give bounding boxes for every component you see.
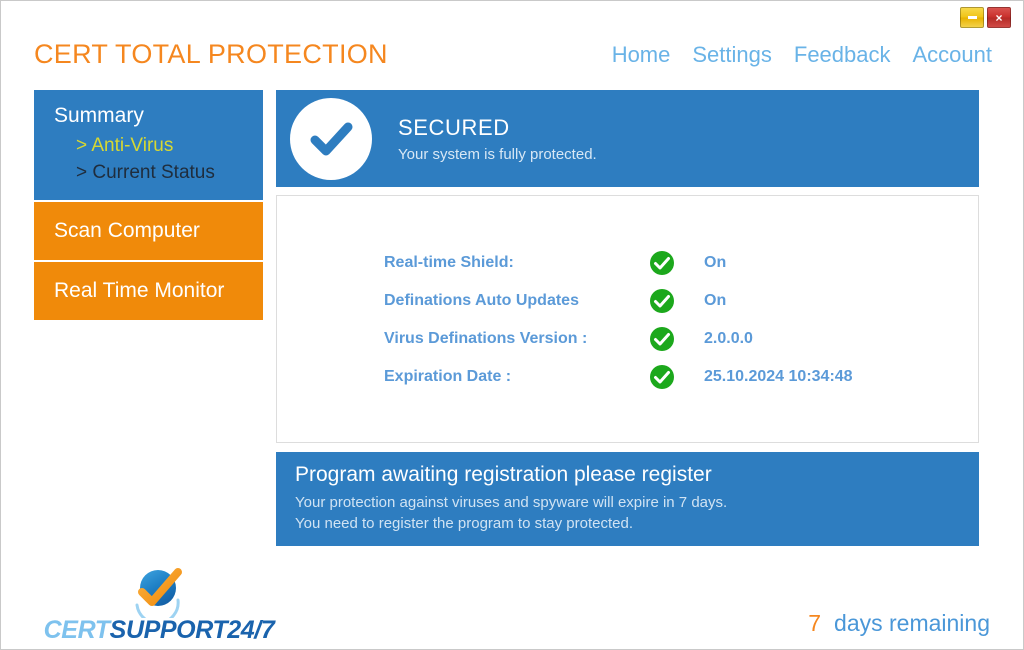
certsupport-logo-icon <box>128 566 190 625</box>
days-remaining-label: days remaining <box>834 610 990 636</box>
status-value: On <box>704 254 727 271</box>
status-label: Real-time Shield: <box>384 254 514 271</box>
status-row: Virus Definations Version : 2.0.0.0 <box>277 320 978 358</box>
sidebar-summary-title: Summary <box>54 104 144 127</box>
status-label: Virus Definations Version : <box>384 330 588 347</box>
status-value: 25.10.2024 10:34:48 <box>704 368 853 385</box>
status-row: Real-time Shield: On <box>277 244 978 282</box>
status-label: Definations Auto Updates <box>384 292 579 309</box>
footer-logo: CERTSUPPORT24/7 <box>39 566 279 645</box>
footer-logo-cert: CERT <box>43 616 110 644</box>
green-check-icon <box>649 364 675 390</box>
secured-banner: SECURED Your system is fully protected. <box>276 90 979 187</box>
footer-logo-text: CERTSUPPORT24/7 <box>39 616 279 645</box>
minimize-button[interactable] <box>960 7 984 28</box>
sidebar: Summary > Anti-Virus > Current Status Sc… <box>34 90 263 320</box>
top-navigation: Home Settings Feedback Account <box>612 42 992 68</box>
registration-line-2: You need to register the program to stay… <box>295 515 633 533</box>
sidebar-item-real-time-monitor[interactable]: Real Time Monitor <box>34 262 263 320</box>
green-check-icon <box>649 250 675 276</box>
status-row: Definations Auto Updates On <box>277 282 978 320</box>
sidebar-item-current-status[interactable]: > Current Status <box>34 160 263 187</box>
registration-title: Program awaiting registration please reg… <box>295 463 712 486</box>
application-window: × CERT TOTAL PROTECTION Home Settings Fe… <box>0 0 1024 650</box>
days-remaining: 7 days remaining <box>808 610 990 637</box>
close-button[interactable]: × <box>987 7 1011 28</box>
nav-item-settings[interactable]: Settings <box>692 42 772 68</box>
footer-logo-support: SUPPORT24/7 <box>109 616 275 644</box>
sidebar-item-anti-virus[interactable]: > Anti-Virus <box>34 133 263 160</box>
minimize-icon <box>967 16 977 19</box>
nav-item-account[interactable]: Account <box>913 42 993 68</box>
days-remaining-count: 7 <box>808 610 822 636</box>
green-check-icon <box>649 326 675 352</box>
status-value: On <box>704 292 727 309</box>
registration-banner[interactable]: Program awaiting registration please reg… <box>276 452 979 546</box>
shield-check-icon <box>290 97 372 180</box>
nav-item-feedback[interactable]: Feedback <box>794 42 891 68</box>
close-icon: × <box>995 10 1003 25</box>
green-check-icon <box>649 288 675 314</box>
sidebar-item-scan-computer[interactable]: Scan Computer <box>34 202 263 260</box>
main-content: SECURED Your system is fully protected. … <box>276 90 979 546</box>
status-row: Expiration Date : 25.10.2024 10:34:48 <box>277 358 978 396</box>
status-panel: Real-time Shield: On Definations Auto Up… <box>276 195 979 443</box>
status-value: 2.0.0.0 <box>704 330 753 347</box>
nav-item-home[interactable]: Home <box>612 42 671 68</box>
secured-subtitle: Your system is fully protected. <box>398 145 597 163</box>
app-header: CERT TOTAL PROTECTION Home Settings Feed… <box>1 39 1023 81</box>
secured-title: SECURED <box>398 114 510 140</box>
sidebar-group-summary: Summary > Anti-Virus > Current Status <box>34 90 263 200</box>
status-label: Expiration Date : <box>384 368 512 385</box>
window-controls: × <box>960 7 1011 28</box>
registration-line-1: Your protection against viruses and spyw… <box>295 494 728 511</box>
page-title: CERT TOTAL PROTECTION <box>34 39 388 69</box>
secured-text-block: SECURED Your system is fully protected. <box>398 115 597 163</box>
